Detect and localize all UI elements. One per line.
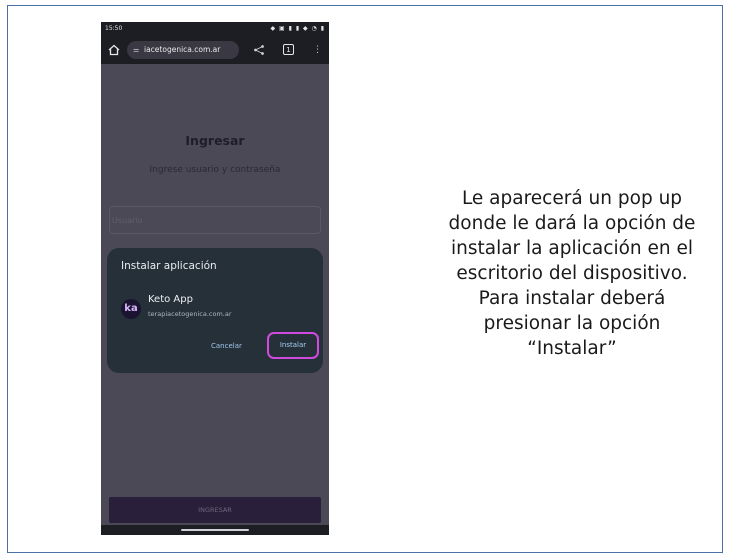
install-button[interactable]: Instalar (267, 332, 319, 359)
dialog-title: Instalar aplicación (121, 260, 217, 272)
status-bar: 15:50 ◆ ▣ ▮ ▮ ◆ ◔ ▮ (101, 22, 329, 36)
tab-switcher-icon[interactable]: 1 (283, 44, 294, 55)
caption-line: instalar la aplicación en el (450, 238, 694, 259)
app-url: terapiacetogenica.com.ar (148, 310, 232, 318)
status-time: 15:50 (105, 25, 123, 32)
login-title: Ingresar (185, 133, 245, 148)
home-gesture-handle[interactable] (181, 529, 249, 531)
cancel-button[interactable]: Cancelar (211, 342, 242, 350)
caption-line: donde le dará la opción de (448, 213, 696, 234)
caption-line: escritorio del dispositivo. (456, 263, 688, 284)
phone-screenshot: 15:50 ◆ ▣ ▮ ▮ ◆ ◔ ▮ ⚌ iacetogenica.com.a… (101, 22, 329, 535)
share-icon[interactable] (253, 44, 265, 56)
address-bar[interactable]: ⚌ iacetogenica.com.ar (127, 41, 239, 59)
app-logo-icon: ka (121, 299, 141, 319)
username-input[interactable]: Usuario (109, 206, 321, 234)
caption-line: Para instalar deberá (478, 288, 666, 309)
install-app-dialog: Instalar aplicación ka Keto App terapiac… (107, 248, 323, 373)
slide-frame: 15:50 ◆ ▣ ▮ ▮ ◆ ◔ ▮ ⚌ iacetogenica.com.a… (7, 5, 723, 553)
home-icon[interactable] (108, 44, 120, 56)
app-name: Keto App (148, 294, 193, 305)
browser-toolbar: ⚌ iacetogenica.com.ar 1 ⋮ (101, 36, 329, 64)
caption-line: Le aparecerá un pop up (461, 188, 683, 209)
caption-line: presionar la opción (483, 313, 661, 334)
url-text: iacetogenica.com.ar (144, 45, 221, 54)
instruction-caption: Le aparecerá un pop up donde le dará la … (432, 186, 712, 361)
login-submit-button[interactable]: INGRESAR (109, 497, 321, 523)
status-icons: ◆ ▣ ▮ ▮ ◆ ◔ ▮ (270, 25, 325, 32)
caption-line: “Instalar” (527, 338, 617, 359)
gesture-nav-bar (101, 525, 329, 535)
login-subtitle: Ingrese usuario y contraseña (149, 165, 281, 175)
site-settings-icon[interactable]: ⚌ (133, 41, 139, 59)
more-menu-icon[interactable]: ⋮ (313, 44, 322, 56)
